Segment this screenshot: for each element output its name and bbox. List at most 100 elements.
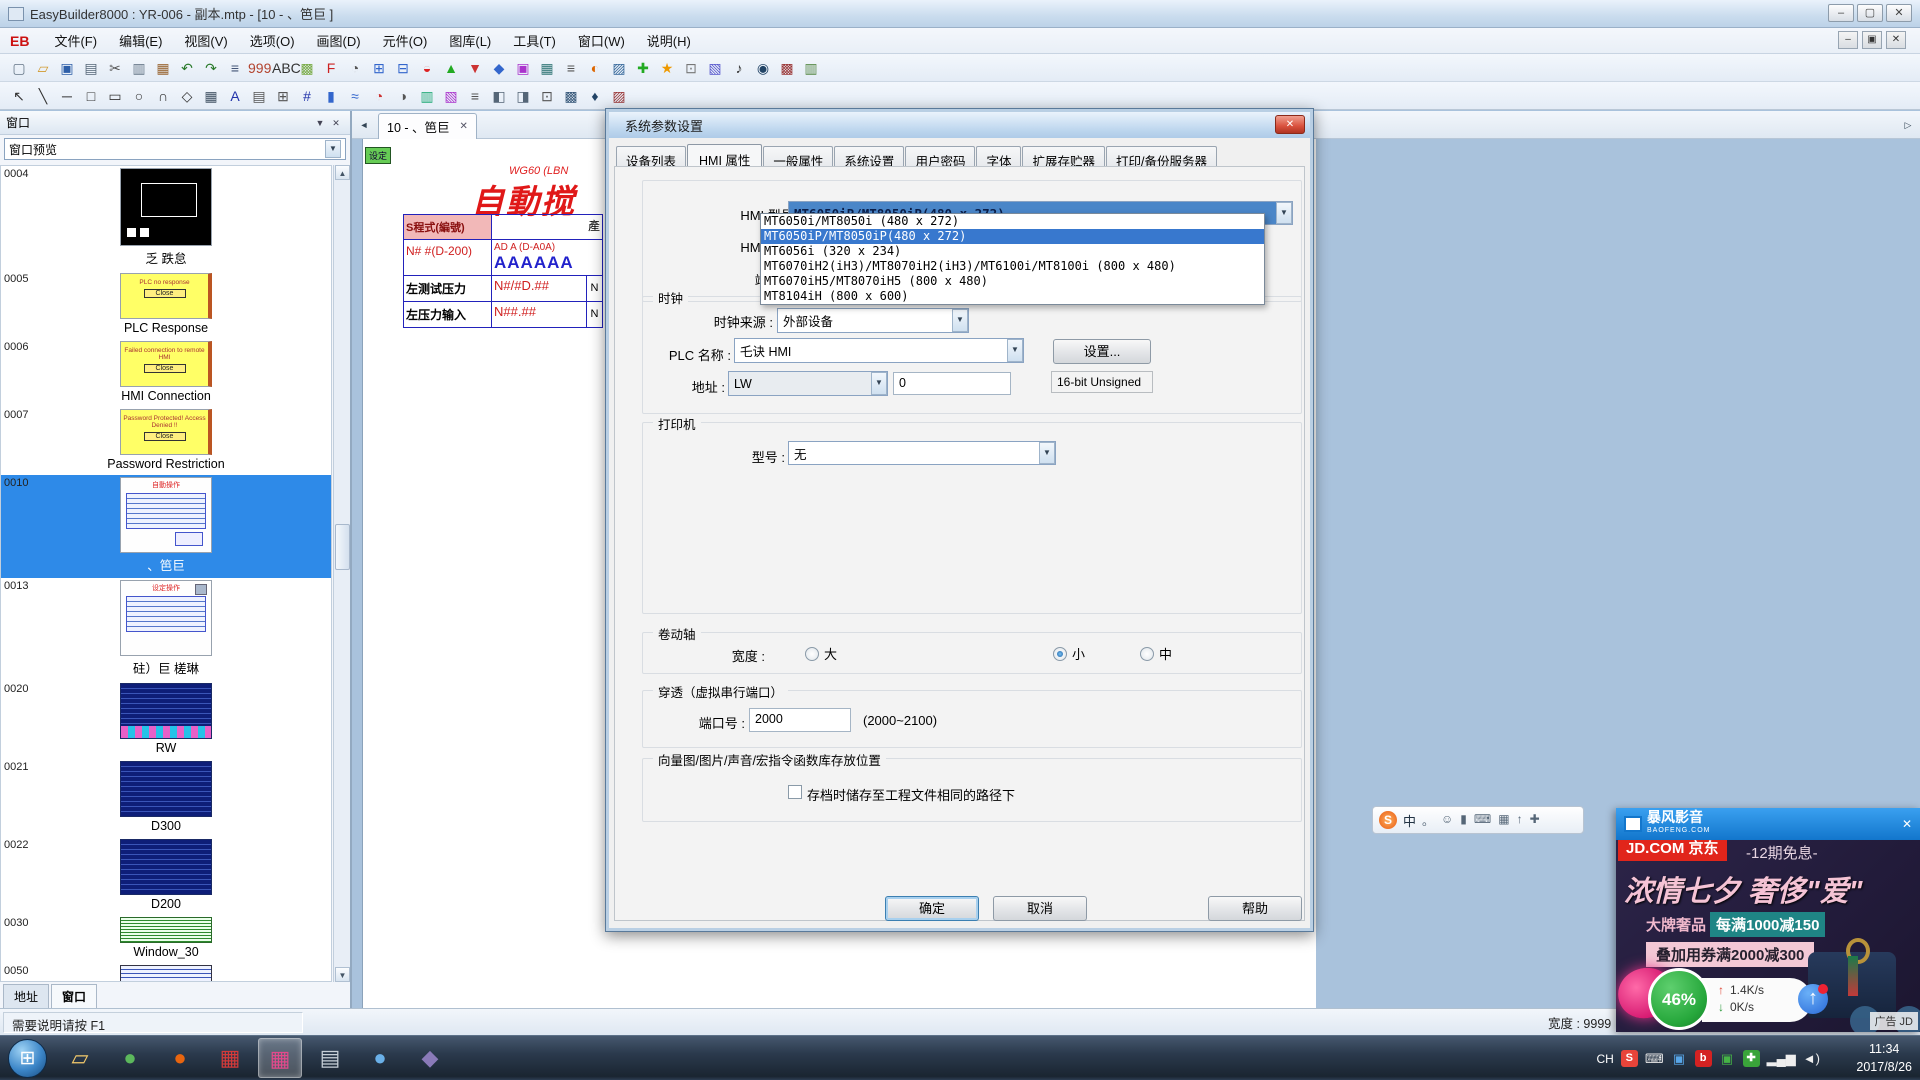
- new-file-icon[interactable]: ▢: [8, 57, 30, 79]
- store-path-checkbox[interactable]: [788, 785, 802, 799]
- select-tool-icon[interactable]: ↖: [8, 85, 30, 107]
- animation-icon[interactable]: ▩: [560, 85, 582, 107]
- window-thumbnail[interactable]: [120, 761, 212, 817]
- menu-window[interactable]: 窗口(W): [567, 28, 636, 53]
- sogou-tray-icon[interactable]: S: [1621, 1050, 1638, 1067]
- hline-tool-icon[interactable]: ─: [56, 85, 78, 107]
- clock-source-select[interactable]: 外部设备 ▼: [777, 308, 969, 333]
- width-radio-small[interactable]: 小: [1053, 644, 1085, 663]
- plc-name-select[interactable]: 乇诀 HMI ▼: [734, 338, 1024, 363]
- window-thumbnail[interactable]: [120, 683, 212, 739]
- green-app-tray-icon[interactable]: ▣: [1719, 1050, 1736, 1067]
- window-tool-icon[interactable]: ◧: [488, 85, 510, 107]
- emoji-icon[interactable]: ☺: [1441, 812, 1453, 829]
- browser-taskbar-icon[interactable]: ●: [158, 1038, 202, 1078]
- window-item-0050[interactable]: 0050 匡拒眯上-磅⌒: [1, 963, 331, 982]
- list-tool-icon[interactable]: ≡: [464, 85, 486, 107]
- reset-bit-icon[interactable]: ▼: [464, 57, 486, 79]
- menu-draw[interactable]: 画图(D): [306, 28, 372, 53]
- window-list-scrollbar[interactable]: ▲ ▼: [333, 165, 350, 982]
- window-thumbnail[interactable]: 自動操作: [120, 477, 212, 553]
- keyboard-icon[interactable]: ⌨: [1474, 812, 1491, 829]
- model-option[interactable]: MT6070iH2(iH3)/MT8070iH2(iH3)/MT6100i/MT…: [761, 259, 1264, 274]
- printer-taskbar-icon[interactable]: ▤: [308, 1038, 352, 1078]
- ascii-input-icon[interactable]: ⊟: [392, 57, 414, 79]
- menu-objects[interactable]: 元件(O): [372, 28, 439, 53]
- close-button[interactable]: ✕: [1886, 4, 1912, 22]
- model-option[interactable]: MT6070iH5/MT8070iH5 (800 x 480): [761, 274, 1264, 289]
- mic-icon[interactable]: ▮: [1460, 812, 1467, 829]
- explorer-taskbar-icon[interactable]: ▱: [58, 1038, 102, 1078]
- antivirus-tray-icon[interactable]: ✚: [1743, 1050, 1760, 1067]
- taskbar-clock[interactable]: 11:34 2017/8/26: [1856, 1040, 1912, 1076]
- ad-close-icon[interactable]: ✕: [1902, 817, 1912, 831]
- help-button[interactable]: 帮助: [1208, 896, 1302, 921]
- window-item-0020[interactable]: 0020 RW: [1, 681, 331, 759]
- document-tab-close-icon[interactable]: ✕: [460, 121, 468, 132]
- list-icon[interactable]: ≡: [560, 57, 582, 79]
- canvas-table[interactable]: S程式(編號) 產 N# #(D-200) AD A (D-A0A) AAAAA…: [403, 214, 603, 328]
- picture-tool-icon[interactable]: ▧: [440, 85, 462, 107]
- moving-shape-icon[interactable]: ♦: [584, 85, 606, 107]
- trend-display-icon[interactable]: ▨: [608, 57, 630, 79]
- add-object-icon[interactable]: ✚: [632, 57, 654, 79]
- gauge-icon[interactable]: ◐: [584, 57, 606, 79]
- scroll-down-icon[interactable]: ▼: [335, 967, 350, 982]
- pass-port-input[interactable]: 2000: [749, 708, 851, 732]
- curve-tool-icon[interactable]: ≈: [344, 85, 366, 107]
- chevron-down-icon[interactable]: ▼: [1039, 442, 1055, 464]
- function-key-icon[interactable]: F: [320, 57, 342, 79]
- window-item-0010[interactable]: 0010 自動操作 、笆巨: [1, 475, 331, 578]
- messenger-taskbar-icon[interactable]: ●: [358, 1038, 402, 1078]
- roundrect-tool-icon[interactable]: ▭: [104, 85, 126, 107]
- redo-icon[interactable]: ↷: [200, 57, 222, 79]
- ascii-display-icon[interactable]: ABC: [272, 57, 294, 79]
- model-option[interactable]: MT8104iH (800 x 600): [761, 289, 1264, 304]
- numeric-display-icon[interactable]: 999: [248, 57, 270, 79]
- chevron-down-icon[interactable]: ▼: [1007, 339, 1023, 362]
- toggle-switch-icon[interactable]: ▣: [512, 57, 534, 79]
- window-thumbnail[interactable]: 设定操作: [120, 580, 212, 656]
- scroll-up-icon[interactable]: ▲: [335, 165, 350, 180]
- address-value-input[interactable]: 0: [893, 372, 1011, 395]
- word-lamp-icon[interactable]: ◆: [488, 57, 510, 79]
- minimize-button[interactable]: –: [1828, 4, 1854, 22]
- dialog-title-bar[interactable]: 系统参数设置: [609, 112, 1310, 138]
- model-option[interactable]: MT6056i (320 x 234): [761, 244, 1264, 259]
- store-path-checkbox-label[interactable]: 存档时储存至工程文件相同的路径下: [807, 785, 1015, 804]
- save-icon[interactable]: ▣: [56, 57, 78, 79]
- accelerate-button[interactable]: ↑: [1798, 984, 1828, 1014]
- ellipse-tool-icon[interactable]: ○: [128, 85, 150, 107]
- window-preview-select[interactable]: 窗口预览 ▼: [4, 138, 346, 160]
- table-tool-icon[interactable]: ▤: [248, 85, 270, 107]
- meter-icon[interactable]: ◒: [416, 57, 438, 79]
- bar-tool-icon[interactable]: ▮: [320, 85, 342, 107]
- tools-icon[interactable]: ✚: [1530, 812, 1540, 829]
- chevron-down-icon[interactable]: ▼: [325, 140, 341, 158]
- model-option[interactable]: MT6050iP/MT8050iP(480 x 272): [761, 229, 1264, 244]
- tab-scroll-left-icon[interactable]: ◄: [356, 117, 372, 133]
- text-tool-icon[interactable]: A: [224, 85, 246, 107]
- settings-button[interactable]: 设置...: [1053, 339, 1151, 364]
- media-tray-icon[interactable]: b: [1695, 1050, 1712, 1067]
- maximize-button[interactable]: ▢: [1857, 4, 1883, 22]
- panel-pin-icon[interactable]: ▼: [312, 116, 328, 130]
- numeric-input-icon[interactable]: ⊞: [368, 57, 390, 79]
- grid-tool-icon[interactable]: ▦: [200, 85, 222, 107]
- window-item-0021[interactable]: 0021 D300: [1, 759, 331, 837]
- dialog-close-button[interactable]: ✕: [1275, 115, 1305, 134]
- toolbox-taskbar-icon[interactable]: ▦: [208, 1038, 252, 1078]
- window-thumbnail[interactable]: [120, 917, 212, 943]
- upload-icon[interactable]: ↑: [1517, 812, 1523, 829]
- sound-icon[interactable]: ♪: [728, 57, 750, 79]
- history-data-icon[interactable]: ▧: [704, 57, 726, 79]
- cut-icon[interactable]: ✂: [104, 57, 126, 79]
- easybuilder-taskbar-icon[interactable]: ▦: [258, 1038, 302, 1078]
- app-tray-icon[interactable]: ▣: [1671, 1050, 1688, 1067]
- window-thumbnail[interactable]: [120, 168, 212, 246]
- cancel-button[interactable]: 取消: [993, 896, 1087, 921]
- number-tool-icon[interactable]: #: [296, 85, 318, 107]
- child-minimize-button[interactable]: –: [1838, 31, 1858, 49]
- menu-library[interactable]: 图库(L): [438, 28, 502, 53]
- printer-model-select[interactable]: 无 ▼: [788, 441, 1056, 465]
